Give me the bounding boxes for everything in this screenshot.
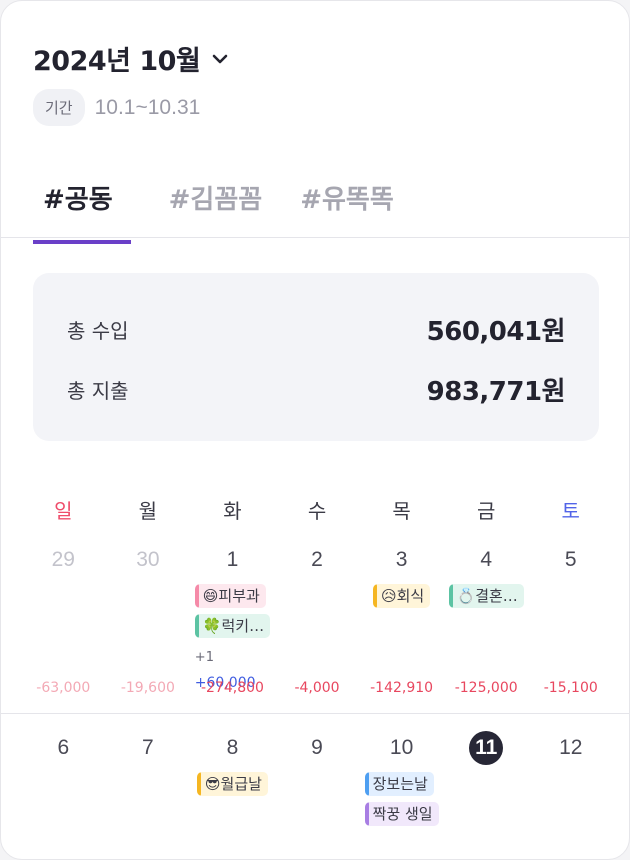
expense-label: 총 지출 [67, 379, 129, 403]
day-events: 😄피부과 🍀럭키… +1 +60,000 [194, 584, 271, 691]
day-cell[interactable]: 4 💍결혼… -125,000 [444, 546, 529, 696]
event-chip[interactable]: 😎월급날 [196, 772, 268, 796]
month-selector-button[interactable]: 2024년 10월 [33, 39, 230, 78]
event-chip[interactable]: 🍀럭키… [194, 614, 271, 638]
day-expense: -19,600 [120, 680, 175, 696]
calendar-week: 6 7 8 😎월급날 9 10 장보는날 짝꿍 생일 11 12 [21, 731, 613, 826]
day-number: 7 [142, 736, 154, 759]
event-chip[interactable]: 😥회식 [372, 584, 431, 608]
weekday-sat: 토 [561, 499, 580, 523]
period-badge: 기간 [33, 89, 85, 126]
chevron-down-icon [213, 54, 228, 63]
day-expense: -125,000 [454, 680, 518, 696]
tab-kim[interactable]: #김꼼꼼 [169, 179, 263, 244]
tab-bar: #공동 #김꼼꼼 #유똑똑 [33, 179, 432, 244]
day-cell[interactable]: 6 [21, 734, 106, 826]
day-events: 💍결혼… [448, 584, 524, 608]
day-cell[interactable]: 7 [106, 734, 191, 826]
day-number: 9 [311, 736, 323, 759]
day-cell[interactable]: 30 -19,600 [106, 546, 191, 696]
day-cell-today[interactable]: 11 [444, 731, 529, 826]
event-chip[interactable]: 짝꿍 생일 [364, 802, 439, 826]
income-label: 총 수입 [67, 319, 129, 343]
day-number: 10 [389, 736, 414, 759]
event-chip[interactable]: 💍결혼… [448, 584, 524, 608]
expense-row: 총 지출 983,771원 [67, 371, 566, 408]
income-row: 총 수입 560,041원 [67, 311, 566, 348]
day-cell[interactable]: 29 -63,000 [21, 546, 106, 696]
day-number: 30 [136, 548, 160, 571]
day-cell[interactable]: 5 -15,100 [528, 546, 613, 696]
day-expense: -142,910 [370, 680, 434, 696]
day-events: 장보는날 짝꿍 생일 [364, 772, 439, 826]
day-cell[interactable]: 1 😄피부과 🍀럭키… +1 +60,000 -274,800 [190, 546, 275, 696]
expense-value: 983,771원 [426, 377, 566, 407]
day-number: 5 [564, 548, 577, 571]
period-row: 기간 10.1~10.31 [33, 89, 200, 126]
day-number: 4 [480, 548, 493, 571]
day-number: 1 [226, 548, 239, 571]
day-cell[interactable]: 12 [528, 734, 613, 826]
weekday-wed: 수 [307, 499, 327, 523]
day-number: 12 [559, 736, 583, 759]
day-expense: -274,800 [200, 680, 264, 696]
month-header: 2024년 10월 [33, 39, 230, 78]
day-number: 3 [395, 548, 408, 571]
day-cell[interactable]: 8 😎월급날 [190, 734, 275, 826]
more-events-link[interactable]: +1 [195, 650, 214, 665]
event-chip[interactable]: 장보는날 [364, 772, 434, 796]
day-events: 😥회식 [372, 584, 431, 608]
summary-panel: 총 수입 560,041원 총 지출 983,771원 [33, 273, 599, 441]
income-value: 560,041원 [426, 317, 566, 347]
tab-yoo[interactable]: #유똑똑 [300, 179, 394, 244]
calendar-card: 2024년 10월 기간 10.1~10.31 #공동 #김꼼꼼 #유똑똑 총 … [0, 0, 630, 860]
day-number: 2 [311, 548, 323, 571]
weekday-thu: 목 [392, 499, 411, 523]
day-number: 29 [51, 548, 75, 571]
week-divider [1, 713, 629, 714]
event-chip[interactable]: 😄피부과 [194, 584, 266, 608]
day-cell[interactable]: 10 장보는날 짝꿍 생일 [359, 734, 444, 826]
tab-shared[interactable]: #공동 [33, 179, 131, 244]
day-expense: -15,100 [543, 680, 598, 696]
period-range: 10.1~10.31 [94, 95, 201, 119]
day-cell[interactable]: 3 😥회식 -142,910 [359, 546, 444, 696]
month-title: 2024년 10월 [33, 46, 201, 77]
weekday-sun: 일 [54, 499, 73, 523]
calendar-week: 29 -63,000 30 -19,600 1 😄피부과 🍀럭키… +1 +60… [21, 546, 613, 696]
weekday-tue: 화 [223, 499, 242, 523]
day-cell[interactable]: 9 [275, 734, 360, 826]
today-marker: 11 [469, 731, 504, 765]
day-events: 😎월급날 [196, 772, 268, 796]
day-number: 6 [57, 736, 70, 759]
weekday-fri: 금 [476, 499, 496, 523]
weekday-mon: 월 [138, 499, 158, 523]
day-number: 8 [226, 736, 239, 759]
day-expense: -63,000 [36, 680, 91, 696]
day-cell[interactable]: 2 -4,000 [275, 546, 360, 696]
tabs-divider [1, 237, 629, 238]
weekday-header: 일 월 화 수 목 금 토 [21, 495, 613, 524]
day-expense: -4,000 [294, 680, 340, 696]
